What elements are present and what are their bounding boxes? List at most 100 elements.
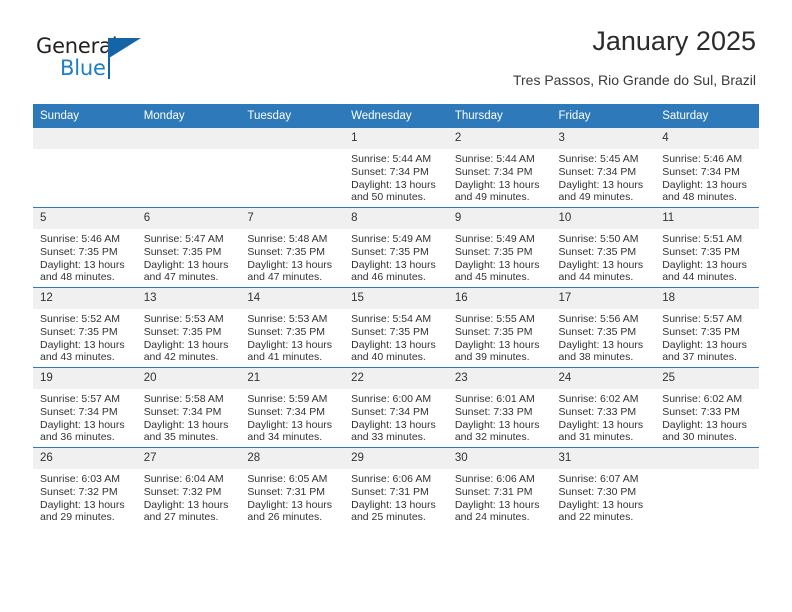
day-number xyxy=(240,128,345,149)
sunrise-text: Sunrise: 6:05 AM xyxy=(247,473,328,485)
day-number: 29 xyxy=(344,448,448,469)
daylight-text: Daylight: 13 hours and 46 minutes. xyxy=(351,258,436,284)
daylight-text: Daylight: 13 hours and 36 minutes. xyxy=(40,418,125,444)
calendar-day-cell[interactable]: 30 Sunrise: 6:06 AM Sunset: 7:31 PM Dayligh… xyxy=(447,447,552,527)
daylight-text: Daylight: 13 hours and 44 minutes. xyxy=(558,258,644,284)
daylight-text: Daylight: 13 hours and 48 minutes. xyxy=(662,178,747,204)
brand-name-general: General xyxy=(36,34,118,58)
sunset-text: Sunset: 7:35 PM xyxy=(351,325,429,338)
calendar-day-cell[interactable]: 6 Sunrise: 5:47 AM Sunset: 7:35 PM Daylight… xyxy=(136,207,241,288)
day-number: 7 xyxy=(240,208,345,229)
calendar-day-cell[interactable]: 24 Sunrise: 6:02 AM Sunset: 7:33 PM Dayligh… xyxy=(551,367,656,448)
day-number: 25 xyxy=(655,368,759,389)
calendar-day-cell[interactable]: 26 Sunrise: 6:03 AM Sunset: 7:32 PM Dayligh… xyxy=(33,447,137,527)
daylight-text: Daylight: 13 hours and 44 minutes. xyxy=(662,258,747,284)
calendar-day-cell[interactable]: 25 Sunrise: 6:02 AM Sunset: 7:33 PM Dayligh… xyxy=(655,367,759,448)
calendar-day-cell[interactable]: 13 Sunrise: 5:53 AM Sunset: 7:35 PM Dayligh… xyxy=(136,287,241,368)
sunset-text: Sunset: 7:35 PM xyxy=(247,245,326,258)
sunrise-text: Sunrise: 6:02 AM xyxy=(662,393,743,405)
calendar-day-cell[interactable]: 29 Sunrise: 6:06 AM Sunset: 7:31 PM Dayligh… xyxy=(344,447,448,527)
day-sun-info: Sunrise: 5:59 AM Sunset: 7:34 PM Daylight:… xyxy=(240,389,344,444)
calendar-day-cell[interactable]: 1 Sunrise: 5:44 AM Sunset: 7:34 PM Daylight… xyxy=(344,127,448,208)
calendar-day-cell[interactable]: 20 Sunrise: 5:58 AM Sunset: 7:34 PM Dayligh… xyxy=(136,367,241,448)
sunrise-text: Sunrise: 5:48 AM xyxy=(247,233,328,245)
sunrise-text: Sunrise: 5:49 AM xyxy=(351,233,432,245)
daylight-text: Daylight: 13 hours and 24 minutes. xyxy=(454,498,540,524)
sunset-text: Sunset: 7:35 PM xyxy=(662,245,740,258)
weekday-header-tuesday: Tuesday xyxy=(240,104,345,128)
day-sun-info: Sunrise: 5:47 AM Sunset: 7:35 PM Daylight:… xyxy=(137,229,241,284)
sunset-text: Sunset: 7:35 PM xyxy=(558,325,637,338)
sunset-text: Sunset: 7:34 PM xyxy=(351,165,429,178)
daylight-text: Daylight: 13 hours and 33 minutes. xyxy=(351,418,436,444)
calendar-day-cell[interactable]: 3 Sunrise: 5:45 AM Sunset: 7:34 PM Daylight… xyxy=(551,127,656,208)
calendar-day-cell[interactable]: 22 Sunrise: 6:00 AM Sunset: 7:34 PM Dayligh… xyxy=(344,367,448,448)
sunrise-text: Sunrise: 5:46 AM xyxy=(662,153,743,165)
daylight-text: Daylight: 13 hours and 29 minutes. xyxy=(40,498,125,524)
brand-name-blue: Blue xyxy=(60,56,106,80)
sunset-text: Sunset: 7:35 PM xyxy=(143,325,222,338)
sunset-text: Sunset: 7:35 PM xyxy=(662,325,740,338)
calendar-day-cell[interactable]: 23 Sunrise: 6:01 AM Sunset: 7:33 PM Dayligh… xyxy=(447,367,552,448)
day-number: 11 xyxy=(655,208,759,229)
day-sun-info: Sunrise: 5:49 AM Sunset: 7:35 PM Daylight:… xyxy=(344,229,448,284)
sunset-text: Sunset: 7:31 PM xyxy=(454,485,533,498)
day-sun-info: Sunrise: 5:44 AM Sunset: 7:34 PM Daylight:… xyxy=(448,149,552,204)
weekday-header-wednesday: Wednesday xyxy=(344,104,448,128)
daylight-text: Daylight: 13 hours and 32 minutes. xyxy=(454,418,540,444)
day-number: 14 xyxy=(240,288,345,309)
calendar-day-cell[interactable]: 11 Sunrise: 5:51 AM Sunset: 7:35 PM Dayligh… xyxy=(655,207,759,288)
calendar-day-cell[interactable]: 7 Sunrise: 5:48 AM Sunset: 7:35 PM Daylight… xyxy=(240,207,345,288)
weekday-header-row: Sunday Monday Tuesday Wednesday Thursday… xyxy=(33,104,759,128)
day-sun-info: Sunrise: 6:00 AM Sunset: 7:34 PM Daylight:… xyxy=(344,389,448,444)
sunset-text: Sunset: 7:34 PM xyxy=(558,165,637,178)
calendar-page: General Blue January 2025 Tres Passos, R… xyxy=(0,0,792,612)
calendar-week-row: 12 Sunrise: 5:52 AM Sunset: 7:35 PM Dayligh… xyxy=(33,287,759,368)
sunrise-text: Sunrise: 6:03 AM xyxy=(40,473,120,485)
calendar-day-cell[interactable]: 18 Sunrise: 5:57 AM Sunset: 7:35 PM Dayligh… xyxy=(655,287,759,368)
daylight-text: Daylight: 13 hours and 37 minutes. xyxy=(662,338,747,364)
day-sun-info: Sunrise: 5:58 AM Sunset: 7:34 PM Daylight:… xyxy=(137,389,241,444)
calendar-day-cell[interactable]: 9 Sunrise: 5:49 AM Sunset: 7:35 PM Daylight… xyxy=(447,207,552,288)
calendar-day-cell[interactable]: 17 Sunrise: 5:56 AM Sunset: 7:35 PM Dayligh… xyxy=(551,287,656,368)
calendar-day-cell[interactable]: 31 Sunrise: 6:07 AM Sunset: 7:30 PM Dayligh… xyxy=(551,447,656,527)
calendar-day-cell[interactable]: 16 Sunrise: 5:55 AM Sunset: 7:35 PM Dayligh… xyxy=(447,287,552,368)
day-sun-info: Sunrise: 6:06 AM Sunset: 7:31 PM Daylight:… xyxy=(448,469,552,524)
calendar-day-cell[interactable]: 5 Sunrise: 5:46 AM Sunset: 7:35 PM Daylight… xyxy=(33,207,137,288)
calendar-day-cell-empty xyxy=(655,447,759,527)
day-number: 9 xyxy=(447,208,552,229)
calendar-day-cell[interactable]: 12 Sunrise: 5:52 AM Sunset: 7:35 PM Dayligh… xyxy=(33,287,137,368)
calendar-day-cell[interactable]: 15 Sunrise: 5:54 AM Sunset: 7:35 PM Dayligh… xyxy=(344,287,448,368)
calendar-day-cell[interactable]: 14 Sunrise: 5:53 AM Sunset: 7:35 PM Dayligh… xyxy=(240,287,345,368)
calendar-day-cell[interactable]: 19 Sunrise: 5:57 AM Sunset: 7:34 PM Dayligh… xyxy=(33,367,137,448)
day-number xyxy=(136,128,241,149)
calendar-day-cell[interactable]: 2 Sunrise: 5:44 AM Sunset: 7:34 PM Daylight… xyxy=(447,127,552,208)
day-sun-info: Sunrise: 5:44 AM Sunset: 7:34 PM Daylight:… xyxy=(344,149,448,204)
sunrise-text: Sunrise: 6:06 AM xyxy=(454,473,535,485)
day-sun-info: Sunrise: 5:46 AM Sunset: 7:35 PM Daylight:… xyxy=(33,229,137,284)
calendar-day-cell[interactable]: 8 Sunrise: 5:49 AM Sunset: 7:35 PM Daylight… xyxy=(344,207,448,288)
daylight-text: Daylight: 13 hours and 49 minutes. xyxy=(558,178,644,204)
day-number: 30 xyxy=(447,448,552,469)
sunset-text: Sunset: 7:33 PM xyxy=(662,405,740,418)
calendar-day-cell[interactable]: 10 Sunrise: 5:50 AM Sunset: 7:35 PM Dayligh… xyxy=(551,207,656,288)
calendar-day-cell[interactable]: 28 Sunrise: 6:05 AM Sunset: 7:31 PM Dayligh… xyxy=(240,447,345,527)
daylight-text: Daylight: 13 hours and 49 minutes. xyxy=(454,178,540,204)
calendar-day-cell[interactable]: 4 Sunrise: 5:46 AM Sunset: 7:34 PM Daylight… xyxy=(655,127,759,208)
sunrise-text: Sunrise: 6:07 AM xyxy=(558,473,639,485)
calendar-day-cell[interactable]: 21 Sunrise: 5:59 AM Sunset: 7:34 PM Dayligh… xyxy=(240,367,345,448)
sunset-text: Sunset: 7:35 PM xyxy=(143,245,222,258)
sunrise-text: Sunrise: 5:52 AM xyxy=(40,313,120,325)
calendar-day-cell[interactable]: 27 Sunrise: 6:04 AM Sunset: 7:32 PM Dayligh… xyxy=(136,447,241,527)
page-subtitle-location: Tres Passos, Rio Grande do Sul, Brazil xyxy=(512,72,756,88)
weekday-header-thursday: Thursday xyxy=(447,104,552,128)
sunset-text: Sunset: 7:35 PM xyxy=(454,325,533,338)
sunrise-text: Sunrise: 6:04 AM xyxy=(143,473,224,485)
day-number: 18 xyxy=(655,288,759,309)
day-sun-info: Sunrise: 5:57 AM Sunset: 7:34 PM Daylight:… xyxy=(33,389,137,444)
sunset-text: Sunset: 7:35 PM xyxy=(454,245,533,258)
sunset-text: Sunset: 7:34 PM xyxy=(662,165,740,178)
daylight-text: Daylight: 13 hours and 26 minutes. xyxy=(247,498,333,524)
day-sun-info: Sunrise: 6:03 AM Sunset: 7:32 PM Daylight:… xyxy=(33,469,137,524)
sunrise-text: Sunrise: 5:45 AM xyxy=(558,153,639,165)
